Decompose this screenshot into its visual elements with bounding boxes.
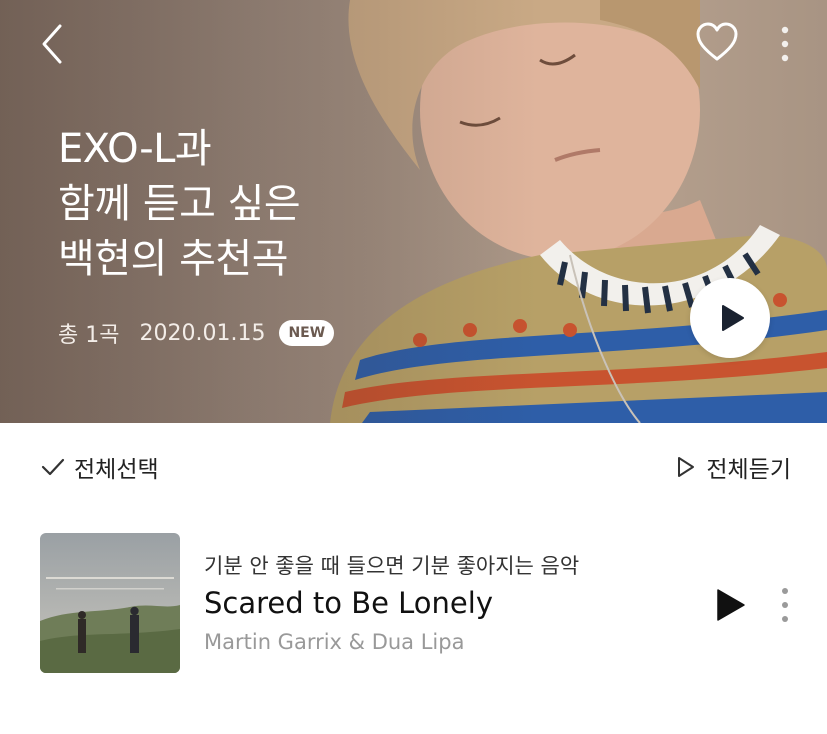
new-badge: NEW: [279, 320, 335, 346]
play-icon: [717, 589, 745, 621]
playlist-title: EXO-L과 함께 듣고 싶은 백현의 추천곡: [58, 122, 418, 287]
track-title[interactable]: Scared to Be Lonely: [204, 586, 493, 620]
list-item[interactable]: 기분 안 좋을 때 들으면 기분 좋아지는 음악 Scared to Be Lo…: [0, 520, 827, 690]
like-button[interactable]: [694, 20, 740, 66]
check-icon: [41, 458, 65, 476]
chevron-left-icon: [42, 24, 62, 64]
album-art: [40, 533, 180, 673]
play-all-label: 전체듣기: [706, 457, 791, 483]
release-date: 2020.01.15: [139, 320, 266, 346]
play-all-button[interactable]: 전체듣기: [676, 449, 791, 485]
playlist-title-line: 백현의 추천곡: [58, 236, 289, 282]
more-vertical-icon: [782, 588, 788, 622]
more-vertical-icon: [781, 26, 789, 62]
play-outline-icon: [678, 457, 695, 477]
track-description: 기분 안 좋을 때 들으면 기분 좋아지는 음악: [204, 554, 580, 578]
playlist-meta: 총 1곡 2020.01.15 NEW: [58, 316, 335, 350]
list-toolbar: 전체선택 전체듣기: [0, 423, 827, 511]
track-more-button[interactable]: [772, 584, 798, 626]
playlist-title-line: EXO-L과: [58, 126, 212, 172]
playlist-title-line: 함께 듣고 싶은: [58, 181, 301, 227]
track-play-button[interactable]: [714, 587, 748, 623]
back-button[interactable]: [34, 20, 74, 68]
track-count: 총 1곡: [58, 323, 120, 348]
select-all-button[interactable]: 전체선택: [40, 449, 159, 485]
album-art-image: [40, 533, 180, 673]
select-all-label: 전체선택: [74, 457, 159, 483]
play-icon: [722, 305, 744, 331]
track-artist[interactable]: Martin Garrix & Dua Lipa: [204, 630, 464, 654]
playlist-hero: EXO-L과 함께 듣고 싶은 백현의 추천곡 총 1곡 2020.01.15 …: [0, 0, 827, 423]
play-playlist-button[interactable]: [690, 278, 770, 358]
more-options-button[interactable]: [768, 22, 802, 66]
heart-icon: [696, 22, 738, 61]
